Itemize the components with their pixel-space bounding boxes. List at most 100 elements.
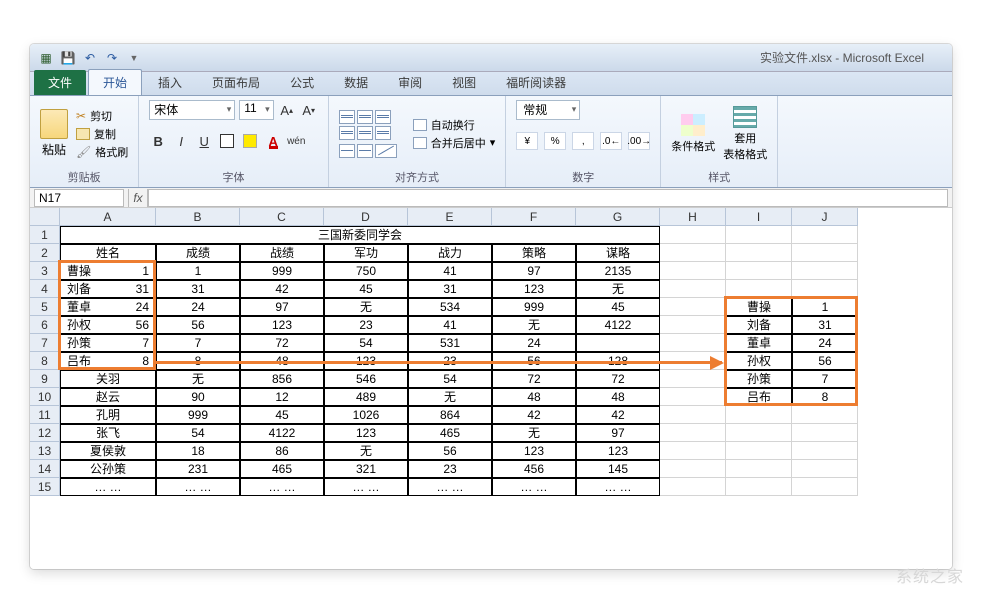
phonetic-button[interactable]: wén xyxy=(287,132,305,150)
cell[interactable]: 45 xyxy=(576,298,660,316)
cell[interactable]: 夏侯敦 xyxy=(60,442,156,460)
row-header-9[interactable]: 9 xyxy=(30,370,60,388)
cell[interactable]: 56 xyxy=(408,442,492,460)
copy-button[interactable]: 复制 xyxy=(76,126,128,142)
cell[interactable] xyxy=(792,262,858,280)
cell[interactable]: 123 xyxy=(240,316,324,334)
tab-view[interactable]: 视图 xyxy=(438,70,490,95)
col-header-C[interactable]: C xyxy=(240,208,324,226)
cell[interactable]: 赵云 xyxy=(60,388,156,406)
decrease-font-icon[interactable]: A▾ xyxy=(300,101,318,119)
cell[interactable] xyxy=(792,244,858,262)
col-header-H[interactable]: H xyxy=(660,208,726,226)
cell[interactable]: 公孙策 xyxy=(60,460,156,478)
cell[interactable]: 24 xyxy=(492,334,576,352)
cell[interactable]: 145 xyxy=(576,460,660,478)
indent-decrease[interactable] xyxy=(339,144,355,158)
cell[interactable] xyxy=(792,226,858,244)
cell[interactable] xyxy=(576,334,660,352)
cell[interactable]: … … xyxy=(240,478,324,496)
cell[interactable]: 48 xyxy=(240,352,324,370)
cell[interactable] xyxy=(792,442,858,460)
decrease-decimal-button[interactable]: .00→ xyxy=(628,132,650,150)
cell[interactable]: 31 xyxy=(408,280,492,298)
formula-input[interactable] xyxy=(148,189,948,207)
cell[interactable]: 24 xyxy=(792,334,858,352)
col-header-D[interactable]: D xyxy=(324,208,408,226)
comma-button[interactable]: , xyxy=(572,132,594,150)
cell[interactable]: 123 xyxy=(492,442,576,460)
row-header-6[interactable]: 6 xyxy=(30,316,60,334)
cell[interactable]: 72 xyxy=(240,334,324,352)
row-header-14[interactable]: 14 xyxy=(30,460,60,478)
row-header-7[interactable]: 7 xyxy=(30,334,60,352)
cell[interactable] xyxy=(726,280,792,298)
cell[interactable]: 56 xyxy=(792,352,858,370)
row-header-15[interactable]: 15 xyxy=(30,478,60,496)
row-header-5[interactable]: 5 xyxy=(30,298,60,316)
cell[interactable]: 750 xyxy=(324,262,408,280)
cell[interactable] xyxy=(726,262,792,280)
tab-home[interactable]: 开始 xyxy=(88,69,142,95)
paste-button[interactable]: 粘贴 xyxy=(40,109,68,158)
cell[interactable]: 吕布 xyxy=(726,388,792,406)
cell[interactable]: … … xyxy=(60,478,156,496)
cell[interactable]: 999 xyxy=(492,298,576,316)
align-mid-center[interactable] xyxy=(357,126,373,140)
cell[interactable]: 7 xyxy=(156,334,240,352)
cell[interactable] xyxy=(726,460,792,478)
cell[interactable]: 孙权56 xyxy=(60,316,156,334)
cell[interactable]: 8 xyxy=(156,352,240,370)
cell[interactable] xyxy=(660,298,726,316)
cell[interactable]: 856 xyxy=(240,370,324,388)
cell[interactable]: 123 xyxy=(576,442,660,460)
tab-foxit[interactable]: 福昕阅读器 xyxy=(492,70,580,95)
cell[interactable]: 531 xyxy=(408,334,492,352)
cell[interactable]: 321 xyxy=(324,460,408,478)
cell[interactable] xyxy=(792,460,858,478)
cell[interactable]: 三国新委同学会 xyxy=(60,226,660,244)
cell[interactable]: 成绩 xyxy=(156,244,240,262)
cell[interactable]: 无 xyxy=(408,388,492,406)
cell[interactable]: 董卓 xyxy=(726,334,792,352)
cell[interactable]: 无 xyxy=(492,316,576,334)
row-header-10[interactable]: 10 xyxy=(30,388,60,406)
cell[interactable] xyxy=(792,280,858,298)
bold-button[interactable]: B xyxy=(149,132,167,150)
col-header-J[interactable]: J xyxy=(792,208,858,226)
orientation-button[interactable] xyxy=(375,144,397,158)
cell[interactable] xyxy=(660,442,726,460)
cell[interactable] xyxy=(660,334,726,352)
cell[interactable] xyxy=(660,280,726,298)
cell[interactable]: 无 xyxy=(324,298,408,316)
align-top-center[interactable] xyxy=(357,110,373,124)
cell[interactable]: 刘备 xyxy=(726,316,792,334)
increase-decimal-button[interactable]: .0← xyxy=(600,132,622,150)
col-header-B[interactable]: B xyxy=(156,208,240,226)
undo-icon[interactable]: ↶ xyxy=(82,50,98,66)
cell[interactable]: 72 xyxy=(492,370,576,388)
cell[interactable]: 谋略 xyxy=(576,244,660,262)
row-header-8[interactable]: 8 xyxy=(30,352,60,370)
cell[interactable]: 128 xyxy=(576,352,660,370)
tab-layout[interactable]: 页面布局 xyxy=(198,70,274,95)
cell[interactable]: 1 xyxy=(792,298,858,316)
underline-button[interactable]: U xyxy=(195,132,213,150)
cell[interactable]: 孙权 xyxy=(726,352,792,370)
cell[interactable] xyxy=(660,262,726,280)
row-header-3[interactable]: 3 xyxy=(30,262,60,280)
cell[interactable]: 123 xyxy=(324,424,408,442)
col-header-I[interactable]: I xyxy=(726,208,792,226)
cell[interactable]: 97 xyxy=(576,424,660,442)
cell[interactable]: 孔明 xyxy=(60,406,156,424)
cell[interactable]: … … xyxy=(492,478,576,496)
cell[interactable]: 张飞 xyxy=(60,424,156,442)
cell[interactable]: 策略 xyxy=(492,244,576,262)
border-button[interactable] xyxy=(218,132,236,150)
cell[interactable]: 97 xyxy=(240,298,324,316)
cell[interactable]: 86 xyxy=(240,442,324,460)
save-icon[interactable]: 💾 xyxy=(60,50,76,66)
currency-button[interactable]: ¥ xyxy=(516,132,538,150)
cell[interactable]: … … xyxy=(324,478,408,496)
cell[interactable]: 864 xyxy=(408,406,492,424)
